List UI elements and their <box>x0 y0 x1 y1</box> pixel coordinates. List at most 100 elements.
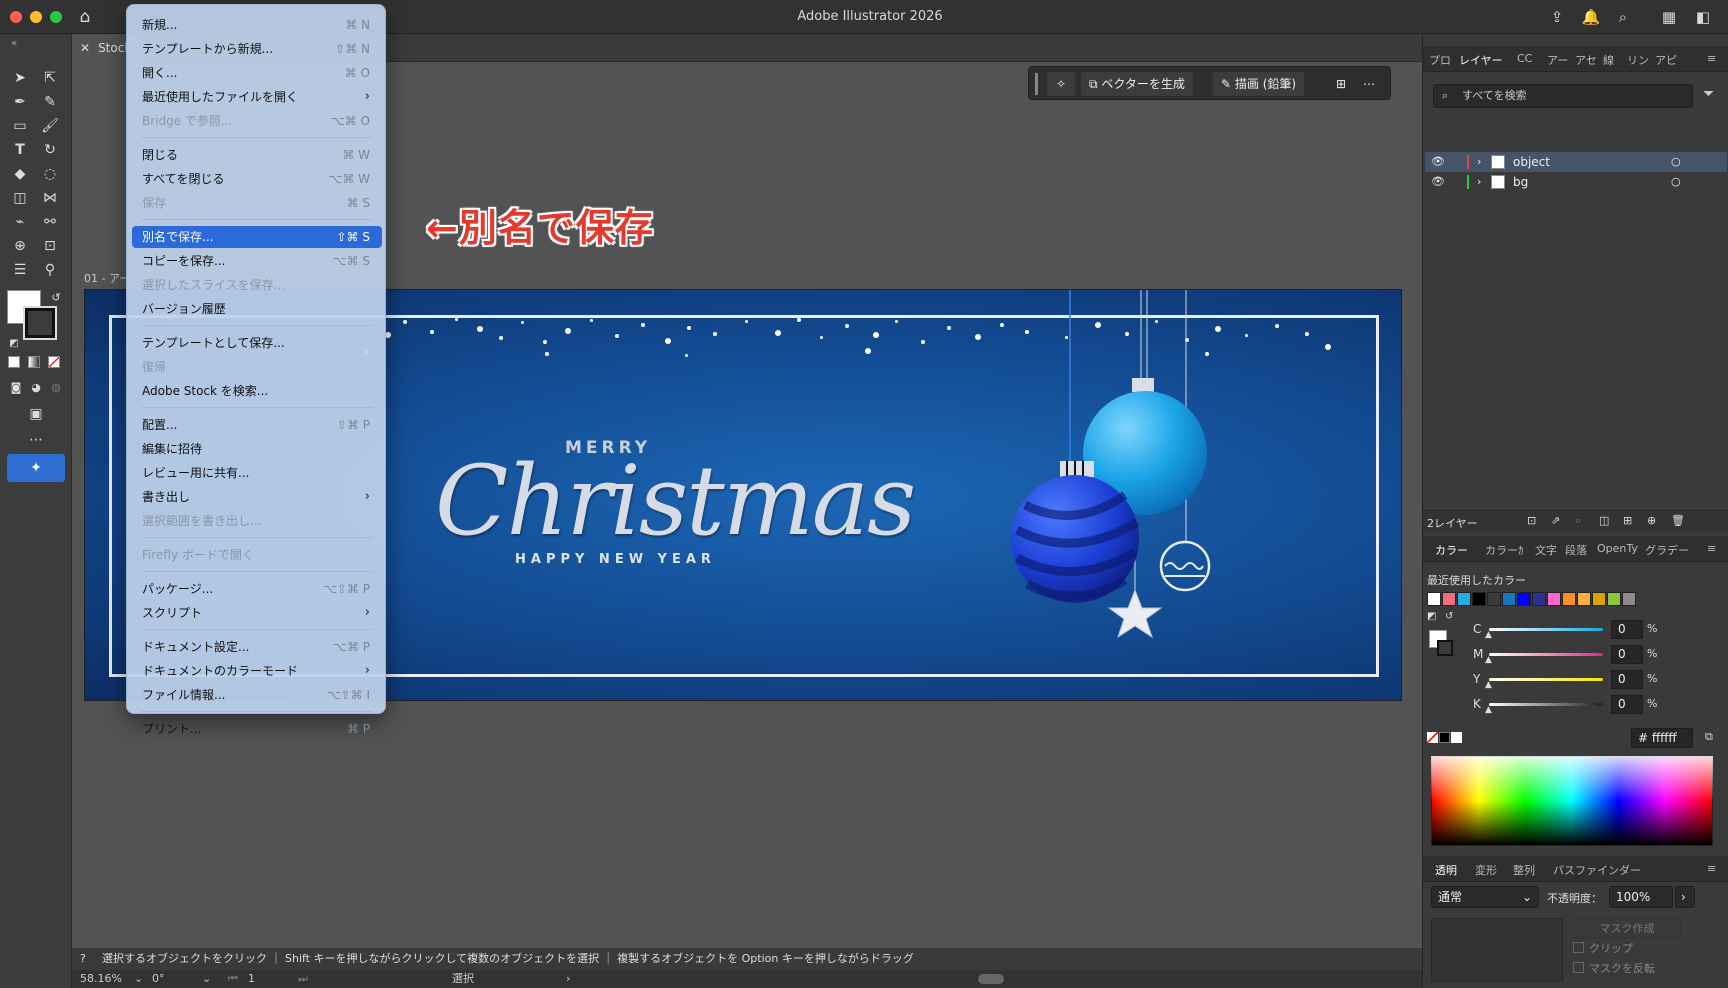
visibility-eye-icon[interactable]: 👁 <box>1431 152 1445 172</box>
last-artboard-icon[interactable]: ⏭ <box>298 970 308 988</box>
panel-tab[interactable]: CC <box>1517 52 1532 65</box>
expand-chevron-icon[interactable]: › <box>1477 152 1481 172</box>
recent-color-swatch[interactable] <box>1442 592 1456 606</box>
default-fill-stroke-icon[interactable]: ◩ <box>4 334 24 354</box>
layer-row[interactable]: 👁 › object ○ <box>1425 152 1727 172</box>
file-menu-item[interactable]: スクリプト › <box>132 602 382 624</box>
transparency-panel-menu-icon[interactable]: ≡ <box>1707 862 1716 875</box>
recent-color-swatch[interactable] <box>1532 592 1546 606</box>
artboard-label[interactable]: 01 - アー <box>84 270 130 286</box>
color-mode-button[interactable] <box>8 356 20 368</box>
none-mode-button[interactable] <box>48 356 60 368</box>
filter-icon[interactable]: ⏷ <box>1703 86 1714 102</box>
file-menu-item[interactable]: テンプレートとして保存... <box>132 332 382 354</box>
file-menu-item[interactable]: すべてを閉じる ⌥⌘ W <box>132 168 382 190</box>
file-menu-item[interactable]: テンプレートから新規... ⇧⌘ N <box>132 38 382 60</box>
recent-color-swatch[interactable] <box>1457 592 1471 606</box>
blend-tool-icon[interactable]: ⚯ <box>40 212 60 232</box>
task-bar-grip[interactable] <box>1035 73 1038 95</box>
file-menu-item[interactable]: 最近使用したファイルを開く › <box>132 86 382 108</box>
file-menu-item[interactable]: ファイル情報... ⌥⇧⌘ I <box>132 684 382 706</box>
recent-color-swatch[interactable] <box>1622 592 1636 606</box>
first-artboard-icon[interactable]: ⏮ <box>228 970 238 988</box>
file-menu-item[interactable]: 開く... ⌘ O <box>132 62 382 84</box>
file-menu-item[interactable]: 閉じる ⌘ W <box>132 144 382 166</box>
generate-vector-button[interactable]: ⧉ ベクターを生成 <box>1081 72 1193 96</box>
none-color-swatch[interactable] <box>1427 732 1438 743</box>
recent-color-swatch[interactable] <box>1487 592 1501 606</box>
blend-mode-dropdown[interactable]: 通常 ⌄ <box>1431 886 1539 908</box>
panel-toggle-icon[interactable]: ◧ <box>1692 6 1714 28</box>
swap-fill-stroke-icon[interactable]: ↺ <box>46 288 66 308</box>
panel-tab[interactable]: カラーｶ <box>1485 542 1524 558</box>
panel-tab[interactable]: 線 <box>1603 52 1614 68</box>
cmyk-slider[interactable] <box>1489 703 1603 706</box>
zoom-window-button[interactable] <box>50 11 62 23</box>
eyedropper-tool-icon[interactable]: ⌁ <box>10 212 30 232</box>
slider-thumb-icon[interactable]: ▲ <box>1485 705 1492 715</box>
curvature-tool-icon[interactable]: ✎ <box>40 92 60 112</box>
panel-menu-icon[interactable]: ≡ <box>1707 52 1716 65</box>
hand-tool-icon[interactable]: ☰ <box>10 260 30 280</box>
eraser-tool-icon[interactable]: ◆ <box>10 164 30 184</box>
draw-normal-icon[interactable]: ◙ <box>6 378 26 398</box>
file-menu-item[interactable]: 別名で保存... ⇧⌘ S <box>132 226 382 248</box>
recent-color-swatch[interactable] <box>1562 592 1576 606</box>
more-tools-icon[interactable]: ⋯ <box>26 430 46 450</box>
opacity-input[interactable]: 100% <box>1609 886 1673 908</box>
swap-colors-icon[interactable]: ↺ <box>1445 611 1453 622</box>
slider-thumb-icon[interactable]: ▲ <box>1485 680 1492 690</box>
export-icon[interactable]: ⇗ <box>1551 514 1560 527</box>
recent-color-swatch[interactable] <box>1547 592 1561 606</box>
zoom-dropdown-icon[interactable]: ⌄ <box>134 970 143 988</box>
file-menu-item[interactable]: パッケージ... ⌥⇧⌘ P <box>132 578 382 600</box>
brush-tool-icon[interactable]: 🖌 <box>40 116 60 136</box>
locate-object-icon[interactable]: ⌕ <box>1575 514 1581 528</box>
file-menu-item[interactable]: 新規... ⌘ N <box>132 14 382 36</box>
cmyk-slider[interactable] <box>1489 678 1603 681</box>
recent-color-swatch[interactable] <box>1607 592 1621 606</box>
ornaments-illustration[interactable] <box>1005 290 1305 701</box>
hex-input[interactable]: # ffffff <box>1631 728 1693 748</box>
more-options-icon[interactable]: ⋯ <box>1357 72 1381 96</box>
status-arrow-icon[interactable]: › <box>566 970 570 988</box>
generative-tool-button[interactable]: ✦ <box>7 454 65 482</box>
artboard-tool-icon[interactable]: ⊡ <box>40 236 60 256</box>
invert-mask-checkbox[interactable] <box>1573 962 1584 973</box>
layer-search-input[interactable]: ⌕ すべてを検索 <box>1433 84 1693 108</box>
panel-tab[interactable]: プロ <box>1429 52 1451 68</box>
screen-mode-icon[interactable]: ▣ <box>26 404 46 424</box>
rotation-dropdown-icon[interactable]: ⌄ <box>202 970 211 988</box>
recent-color-swatch[interactable] <box>1427 592 1441 606</box>
artboard-number[interactable]: 1 <box>248 970 255 988</box>
opacity-arrow-button[interactable]: › <box>1675 886 1695 908</box>
horizontal-scrollbar-thumb[interactable] <box>978 974 1004 984</box>
gradient-tool-icon[interactable]: ◫ <box>10 188 30 208</box>
panel-tab[interactable]: アセ <box>1575 52 1597 68</box>
new-layer-icon[interactable]: ⊕ <box>1647 514 1656 527</box>
collapse-panel-icon[interactable]: « <box>4 34 24 54</box>
home-icon[interactable]: ⌂ <box>74 6 96 28</box>
visibility-eye-icon[interactable]: 👁 <box>1431 172 1445 192</box>
slider-thumb-icon[interactable]: ▲ <box>1485 630 1492 640</box>
delete-layer-icon[interactable]: 🗑 <box>1671 514 1685 527</box>
slider-thumb-icon[interactable]: ▲ <box>1485 655 1492 665</box>
draw-behind-icon[interactable]: ◕ <box>26 378 46 398</box>
cmyk-value-input[interactable]: 0 <box>1611 695 1643 714</box>
copy-hex-icon[interactable]: ⧉ <box>1705 730 1713 744</box>
panel-tab[interactable]: アピ <box>1655 52 1677 68</box>
generative-recolor-icon[interactable]: ✧ <box>1047 72 1075 96</box>
panel-tab[interactable]: OpenTy <box>1597 542 1638 555</box>
rotation-value[interactable]: 0° <box>152 970 165 988</box>
close-tab-icon[interactable]: ✕ <box>80 41 90 55</box>
christmas-text[interactable]: Christmas <box>435 445 916 557</box>
rectangle-tool-icon[interactable]: ▭ <box>10 116 30 136</box>
recent-color-swatch[interactable] <box>1517 592 1531 606</box>
color-stroke-swatch[interactable] <box>1437 640 1453 656</box>
panel-tab[interactable]: 透明 <box>1435 862 1457 878</box>
cmyk-value-input[interactable]: 0 <box>1611 645 1643 664</box>
type-tool-icon[interactable]: T <box>10 140 30 160</box>
file-menu-item[interactable]: Adobe Stock を検索... <box>132 380 382 402</box>
help-icon[interactable]: ? <box>80 948 86 970</box>
target-circle-icon[interactable]: ○ <box>1671 152 1681 172</box>
